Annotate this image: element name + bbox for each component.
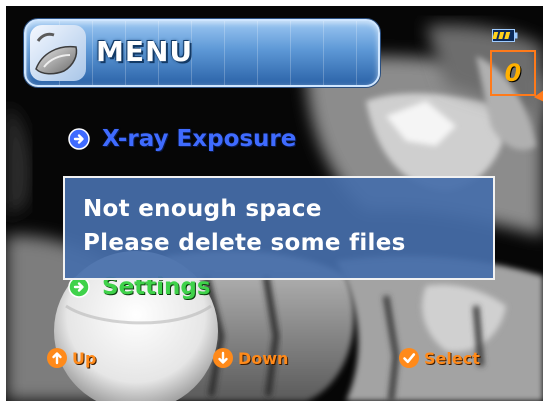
softkey-select[interactable]: Select xyxy=(398,347,480,369)
arrow-down-circle-icon xyxy=(213,348,233,368)
image-counter-value: 0 xyxy=(504,59,522,87)
storage-full-dialog: Not enough space Please delete some file… xyxy=(63,176,495,280)
image-counter: 0 xyxy=(490,50,536,96)
softkey-up[interactable]: Up xyxy=(46,347,96,369)
softkey-down-label: Down xyxy=(238,348,289,368)
arrow-up-circle-icon xyxy=(47,348,67,368)
softkey-down[interactable]: Down xyxy=(212,347,288,369)
menu-item-label: X-ray Exposure xyxy=(102,126,297,152)
arrow-right-circle-icon xyxy=(68,128,90,150)
dialog-message-body: Please delete some files xyxy=(83,230,406,256)
device-screen: MENU 0 X-ray Exposure Settings Not enoug… xyxy=(6,6,543,401)
battery-icon xyxy=(492,29,518,42)
menu-item-xray-exposure[interactable]: X-ray Exposure xyxy=(68,126,296,152)
menu-title: MENU xyxy=(96,35,194,68)
dialog-message-title: Not enough space xyxy=(83,196,322,222)
check-circle-icon xyxy=(399,348,419,368)
softkey-select-label: Select xyxy=(424,348,480,368)
menu-header: MENU xyxy=(24,19,380,87)
xray-sensor-icon xyxy=(30,25,86,81)
softkey-up-label: Up xyxy=(72,348,97,368)
